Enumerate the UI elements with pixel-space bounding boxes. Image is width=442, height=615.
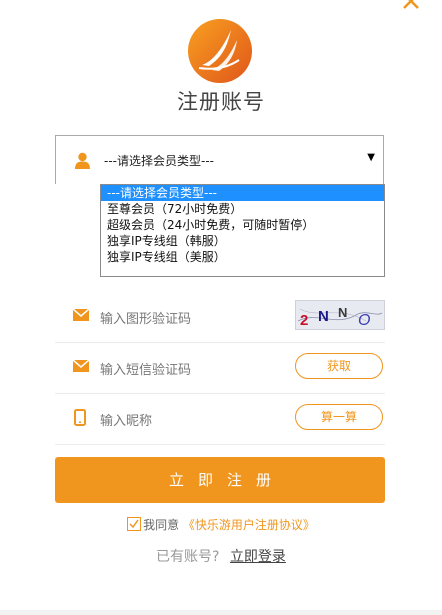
login-link[interactable]: 立即登录 <box>230 549 286 565</box>
dropdown-caret-icon[interactable]: ▼ <box>367 152 375 163</box>
option-kr-line[interactable]: 独享IP专线组（韩服） <box>101 233 384 249</box>
agreement-link[interactable]: 《快乐游用户注册协议》 <box>183 518 315 532</box>
svg-text:N: N <box>338 305 347 320</box>
captcha-row: 输入图形验证码 2 N N O <box>55 291 385 343</box>
nickname-input[interactable]: 输入昵称 <box>100 410 152 429</box>
user-icon <box>75 152 90 169</box>
sms-code-input[interactable]: 输入短信验证码 <box>100 359 191 378</box>
close-icon[interactable] <box>401 0 421 11</box>
agreement-line: 我同意 《快乐游用户注册协议》 <box>0 516 442 533</box>
captcha-image[interactable]: 2 N N O <box>295 300 385 330</box>
page-title: 注册账号 <box>177 90 265 114</box>
check-icon <box>129 519 139 529</box>
svg-text:N: N <box>318 308 329 325</box>
mail-icon <box>73 360 89 372</box>
member-type-options[interactable]: ---请选择会员类型--- 至尊会员（72小时免费） 超级会员（24小时免费，可… <box>100 184 385 277</box>
sms-row: 输入短信验证码 获取 <box>55 342 385 394</box>
nickname-row: 输入昵称 算一算 <box>55 393 385 445</box>
agree-checkbox[interactable] <box>127 517 142 531</box>
option-placeholder[interactable]: ---请选择会员类型--- <box>101 185 384 201</box>
captcha-input[interactable]: 输入图形验证码 <box>100 308 191 327</box>
phone-icon <box>74 409 86 426</box>
login-line: 已有账号? 立即登录 <box>0 546 442 566</box>
svg-text:2: 2 <box>300 312 308 329</box>
register-button[interactable]: 立即注册 <box>55 457 385 503</box>
bottom-divider <box>0 610 442 615</box>
mail-icon <box>73 309 89 321</box>
get-code-button[interactable]: 获取 <box>295 353 383 379</box>
option-supreme[interactable]: 至尊会员（72小时免费） <box>101 201 384 217</box>
calculate-button[interactable]: 算一算 <box>295 404 383 430</box>
logo-icon <box>188 19 252 83</box>
option-us-line[interactable]: 独享IP专线组（美服） <box>101 249 384 265</box>
select-value: ---请选择会员类型--- <box>104 154 214 168</box>
option-super[interactable]: 超级会员（24小时免费，可随时暂停） <box>101 217 384 233</box>
login-prompt: 已有账号? <box>156 549 220 565</box>
agree-label: 我同意 <box>143 518 180 532</box>
svg-text:O: O <box>358 312 370 329</box>
member-type-select[interactable]: ---请选择会员类型--- ▼ <box>55 135 384 184</box>
